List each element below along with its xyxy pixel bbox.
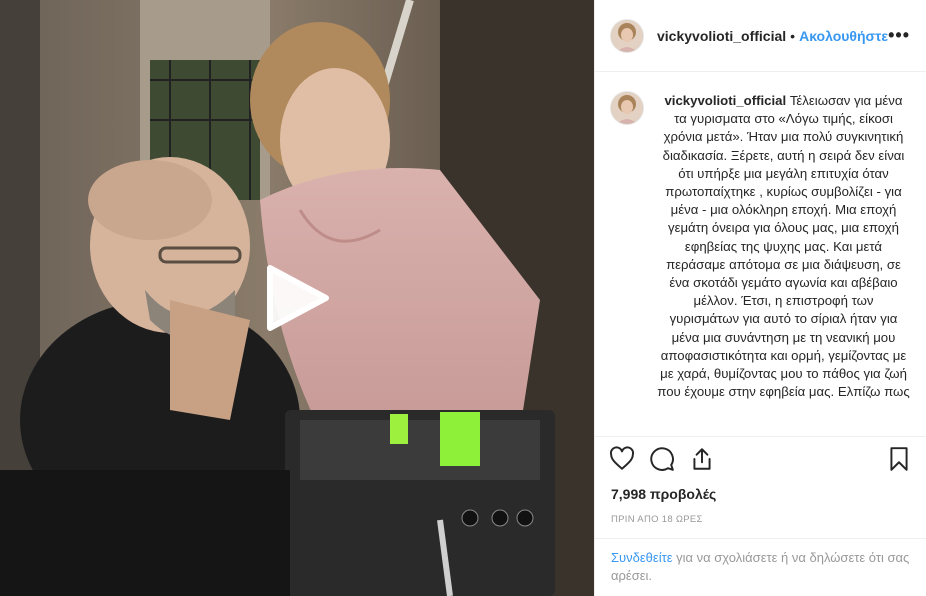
comments-area[interactable]: vickyvolioti_official Τέλειωσαν για μένα… xyxy=(595,72,926,436)
post-sidebar: vickyvolioti_official • Ακολουθήστε ••• … xyxy=(594,0,926,596)
avatar[interactable] xyxy=(611,19,643,52)
more-options-icon[interactable]: ••• xyxy=(888,25,910,46)
heart-icon[interactable] xyxy=(609,445,635,472)
login-prompt: Συνδεθείτε για να σχολιάσετε ή να δηλώσε… xyxy=(595,538,926,596)
post-timestamp[interactable]: ΠΡΙΝ ΑΠΟ 18 ΩΡΕΣ xyxy=(595,506,926,532)
caption-username-link[interactable]: vickyvolioti_official xyxy=(664,93,786,108)
follow-button[interactable]: Ακολουθήστε xyxy=(799,28,888,44)
action-bar xyxy=(595,436,926,480)
caption-text: vickyvolioti_official Τέλειωσαν για μένα… xyxy=(657,92,910,401)
share-icon[interactable] xyxy=(689,446,715,472)
username-link[interactable]: vickyvolioti_official xyxy=(657,28,786,44)
login-link[interactable]: Συνδεθείτε xyxy=(611,550,673,565)
view-count[interactable]: 7,998 προβολές xyxy=(595,480,926,506)
caption: vickyvolioti_official Τέλειωσαν για μένα… xyxy=(611,92,910,401)
comment-icon[interactable] xyxy=(649,446,675,472)
video-player[interactable] xyxy=(0,0,594,596)
caption-body: Τέλειωσαν για μένα τα γυρισματα στο «Λόγ… xyxy=(657,93,910,400)
play-icon[interactable] xyxy=(262,264,330,332)
post-header: vickyvolioti_official • Ακολουθήστε ••• xyxy=(595,0,926,72)
separator-dot: • xyxy=(790,27,796,44)
bookmark-icon[interactable] xyxy=(886,446,912,472)
avatar[interactable] xyxy=(611,92,643,124)
instagram-post: vickyvolioti_official • Ακολουθήστε ••• … xyxy=(0,0,926,596)
